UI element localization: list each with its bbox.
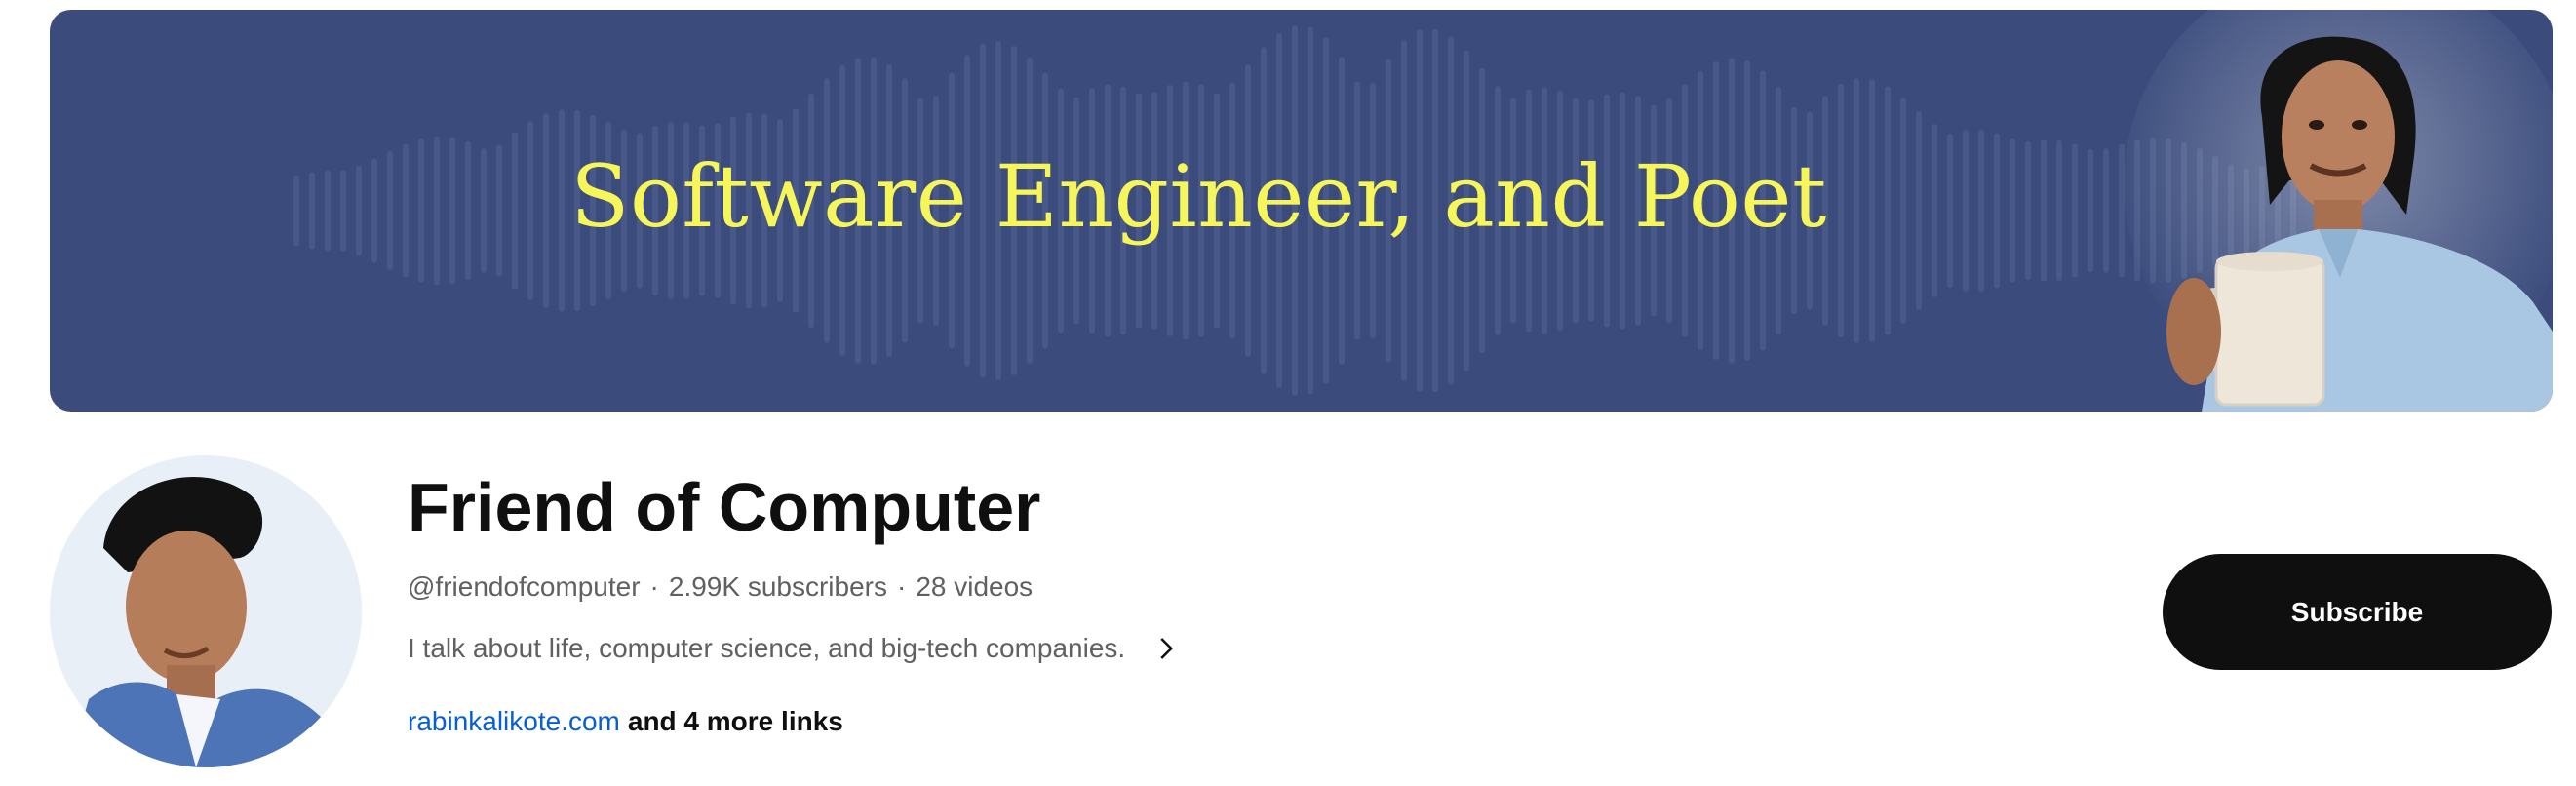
meta-separator: · bbox=[896, 571, 907, 602]
channel-description[interactable]: I talk about life, computer science, and… bbox=[408, 633, 1180, 664]
channel-name: Friend of Computer bbox=[408, 469, 1041, 545]
meta-separator: · bbox=[649, 571, 659, 602]
description-text: I talk about life, computer science, and… bbox=[408, 633, 1126, 663]
chevron-right-icon[interactable] bbox=[1151, 634, 1180, 663]
banner-person-with-mug-image bbox=[2124, 10, 2553, 412]
subscribe-button[interactable]: Subscribe bbox=[2163, 554, 2552, 670]
channel-avatar[interactable] bbox=[50, 455, 362, 767]
channel-handle: @friendofcomputer bbox=[408, 571, 641, 602]
subscriber-count: 2.99K subscribers bbox=[668, 571, 887, 602]
avatar-portrait-image bbox=[50, 455, 362, 767]
more-links-button[interactable]: and 4 more links bbox=[628, 706, 843, 736]
channel-meta: @friendofcomputer · 2.99K subscribers · 28 v… bbox=[408, 571, 1033, 603]
channel-links: rabinkalikote.com and 4 more links bbox=[408, 706, 843, 737]
video-count: 28 videos bbox=[916, 571, 1034, 602]
channel-banner: Software Engineer, and Poet bbox=[50, 10, 2553, 412]
channel-website-link[interactable]: rabinkalikote.com bbox=[408, 706, 620, 736]
